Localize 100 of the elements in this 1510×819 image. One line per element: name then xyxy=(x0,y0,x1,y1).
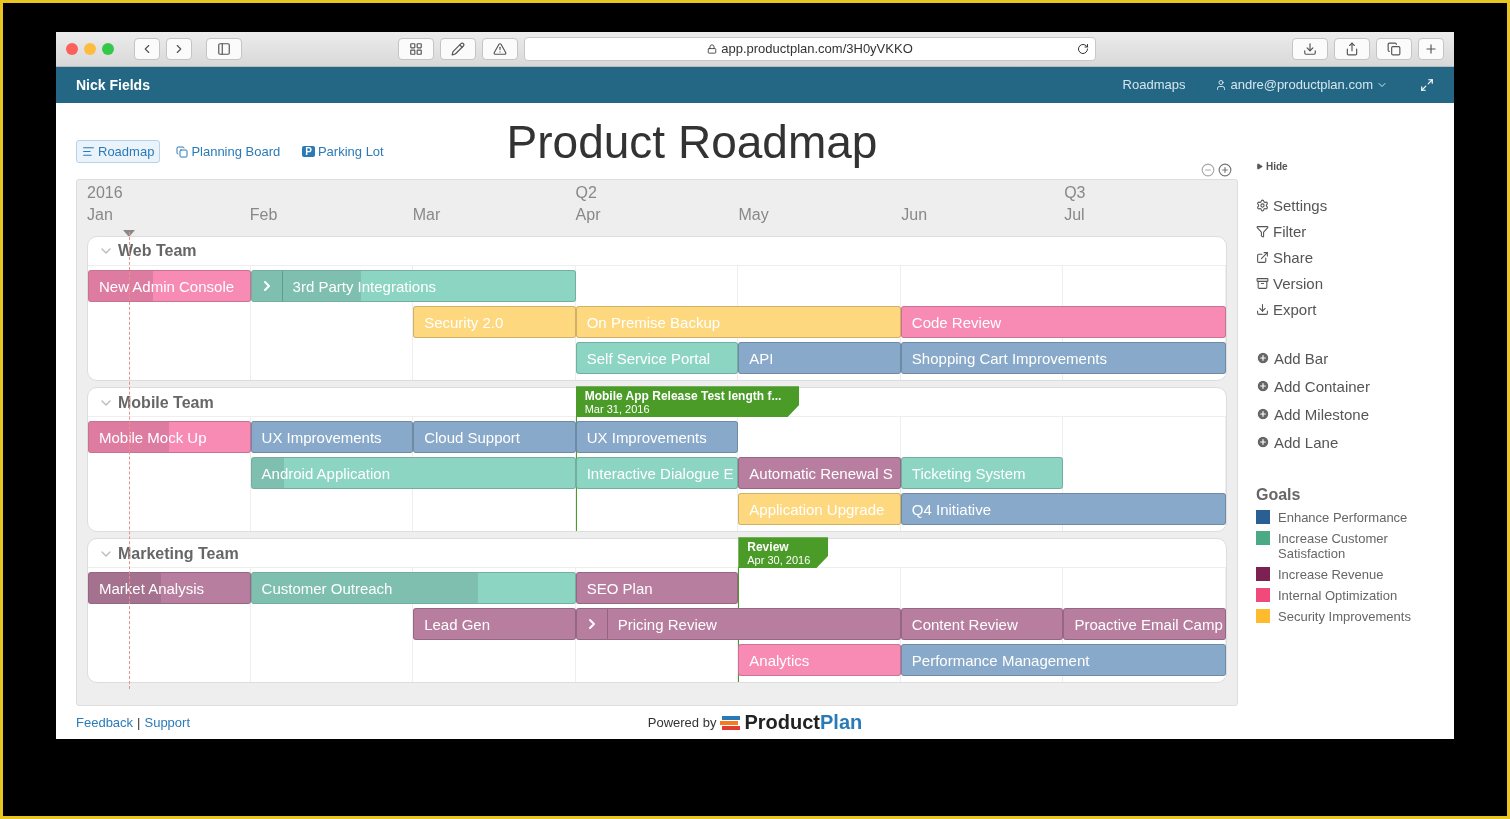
plus-icon xyxy=(1424,41,1438,56)
pencil-icon xyxy=(451,41,465,56)
roadmap-bar[interactable]: Automatic Renewal S xyxy=(738,457,901,490)
view-tab[interactable]: P Parking Lot xyxy=(296,140,390,164)
logo-text: ProductPlan xyxy=(744,711,863,735)
sidebar-icon xyxy=(217,41,231,56)
grid-icon xyxy=(409,41,423,56)
roadmap-bar[interactable]: Customer Outreach xyxy=(250,572,576,605)
goal-label: Enhance Performance xyxy=(1278,510,1408,526)
add-action[interactable]: Add Bar xyxy=(1256,344,1329,373)
roadmap-bar[interactable]: 3rd Party Integrations xyxy=(250,270,576,303)
pages-icon xyxy=(176,145,189,158)
reload-icon[interactable] xyxy=(1077,42,1089,55)
roadmap-bar[interactable]: Q4 Initiative xyxy=(900,493,1226,526)
list-icon xyxy=(82,145,95,159)
month-label: Mar xyxy=(412,206,442,225)
month-label: Feb xyxy=(249,206,279,225)
plus-circle-icon xyxy=(1256,407,1270,422)
roadmap-bar[interactable]: Code Review xyxy=(900,306,1226,339)
lane-title[interactable]: Mobile Team xyxy=(88,388,224,418)
view-tab[interactable]: Planning Board xyxy=(170,140,287,164)
milestone-flag[interactable]: Mobile App Release Test length f... Mar 31, 2016 xyxy=(575,386,800,418)
lock-icon xyxy=(707,43,718,54)
plus-circle-icon xyxy=(1256,379,1270,394)
address-field[interactable]: app.productplan.com/3H0yVKKO xyxy=(524,36,1096,61)
tabs-icon xyxy=(1387,41,1401,56)
close-button[interactable] xyxy=(66,42,78,55)
parking-icon: P xyxy=(302,146,315,158)
goal-label: Increase Customer Satisfaction xyxy=(1278,531,1389,562)
plus-circle-icon xyxy=(1256,435,1270,450)
add-action[interactable]: Add Milestone xyxy=(1256,400,1370,429)
roadmap-bar[interactable]: Pricing Review xyxy=(575,608,901,641)
add-action[interactable]: Add Lane xyxy=(1256,428,1339,457)
download-icon xyxy=(1303,41,1317,56)
share-icon xyxy=(1256,250,1269,264)
download-icon xyxy=(1256,302,1269,316)
powered-by-text: Powered by xyxy=(647,715,717,731)
roadmap-bar[interactable]: API xyxy=(738,342,901,375)
hide-button[interactable]: Hide xyxy=(1256,161,1288,173)
sidebar-action[interactable]: Version xyxy=(1256,270,1324,297)
roadmap-bar[interactable]: Ticketing System xyxy=(900,457,1064,490)
roadmap-bar[interactable]: New Admin Console xyxy=(88,270,251,303)
extension-button[interactable] xyxy=(398,37,434,60)
new-tab-button[interactable] xyxy=(1418,37,1444,60)
view-tab[interactable]: Roadmap xyxy=(76,140,161,164)
feedback-link[interactable]: Feedback xyxy=(76,715,134,731)
period-label: Q2 xyxy=(575,184,598,203)
roadmap-bar[interactable]: Cloud Support xyxy=(413,421,576,454)
roadmap-bar[interactable]: Self Service Portal xyxy=(575,342,739,375)
settings-icon xyxy=(1256,198,1269,212)
month-label: Apr xyxy=(575,206,602,225)
user-icon xyxy=(1215,78,1228,91)
fullscreen-icon[interactable] xyxy=(1420,77,1434,92)
page-title: Product Roadmap xyxy=(506,115,878,170)
roadmap-bar[interactable]: UX Improvements xyxy=(250,421,414,454)
goals-heading: Goals xyxy=(1256,486,1302,505)
forward-button[interactable] xyxy=(166,37,192,60)
triangle-icon xyxy=(1256,163,1263,171)
roadmap-bar[interactable]: SEO Plan xyxy=(575,572,739,605)
roadmap-bar[interactable]: Market Analysis xyxy=(88,572,251,605)
nav-link[interactable]: Roadmaps xyxy=(1122,77,1186,93)
roadmap-bar[interactable]: Shopping Cart Improvements xyxy=(900,342,1226,375)
warning-icon xyxy=(493,41,507,56)
roadmap-bar[interactable]: UX Improvements xyxy=(575,421,739,454)
lane-title[interactable]: Web Team xyxy=(88,237,207,266)
user-menu[interactable]: andre@productplan.com xyxy=(1215,77,1388,93)
sidebar-action[interactable]: Export xyxy=(1256,296,1317,323)
share-button[interactable] xyxy=(1334,37,1370,60)
logo-icon xyxy=(720,714,741,731)
roadmap-bar[interactable]: Content Review xyxy=(900,608,1064,641)
sidebar-action[interactable]: Settings xyxy=(1256,192,1328,219)
lane-title[interactable]: Marketing Team xyxy=(88,539,249,569)
sidebar-action[interactable]: Filter xyxy=(1256,218,1307,245)
month-label: Jun xyxy=(901,206,929,225)
sidebar-button[interactable] xyxy=(206,37,242,60)
plus-circle-icon xyxy=(1256,351,1270,366)
link-separator: | xyxy=(137,715,141,731)
zoom-out-icon[interactable] xyxy=(1201,163,1215,178)
roadmap-bar[interactable]: Performance Management xyxy=(900,644,1226,677)
tabs-button[interactable] xyxy=(1376,37,1412,60)
sidebar-action[interactable]: Share xyxy=(1256,244,1314,271)
goal-label: Internal Optimization xyxy=(1278,588,1398,604)
add-action[interactable]: Add Container xyxy=(1256,372,1370,401)
support-link[interactable]: Support xyxy=(144,715,191,731)
roadmap-bar[interactable]: Proactive Email Camp xyxy=(1063,608,1226,641)
roadmap-bar[interactable]: Lead Gen xyxy=(413,608,576,641)
back-button[interactable] xyxy=(134,37,160,60)
milestone-flag[interactable]: Review Apr 30, 2016 xyxy=(738,537,829,569)
period-label: 2016 xyxy=(87,184,124,203)
roadmap-bar[interactable]: Interactive Dialogue E xyxy=(575,457,739,490)
warning-button[interactable] xyxy=(482,37,518,60)
extension-button[interactable] xyxy=(440,37,476,60)
goal-label: Increase Revenue xyxy=(1278,567,1384,583)
download-button[interactable] xyxy=(1292,37,1328,60)
filter-icon xyxy=(1256,224,1269,238)
month-label: May xyxy=(738,206,770,225)
roadmap-bar[interactable]: Android Application xyxy=(250,457,576,490)
roadmap-bar[interactable]: Analytics xyxy=(738,644,901,677)
roadmap-bar[interactable]: Mobile Mock Up xyxy=(88,421,251,454)
zoom-in-icon[interactable] xyxy=(1218,163,1232,178)
